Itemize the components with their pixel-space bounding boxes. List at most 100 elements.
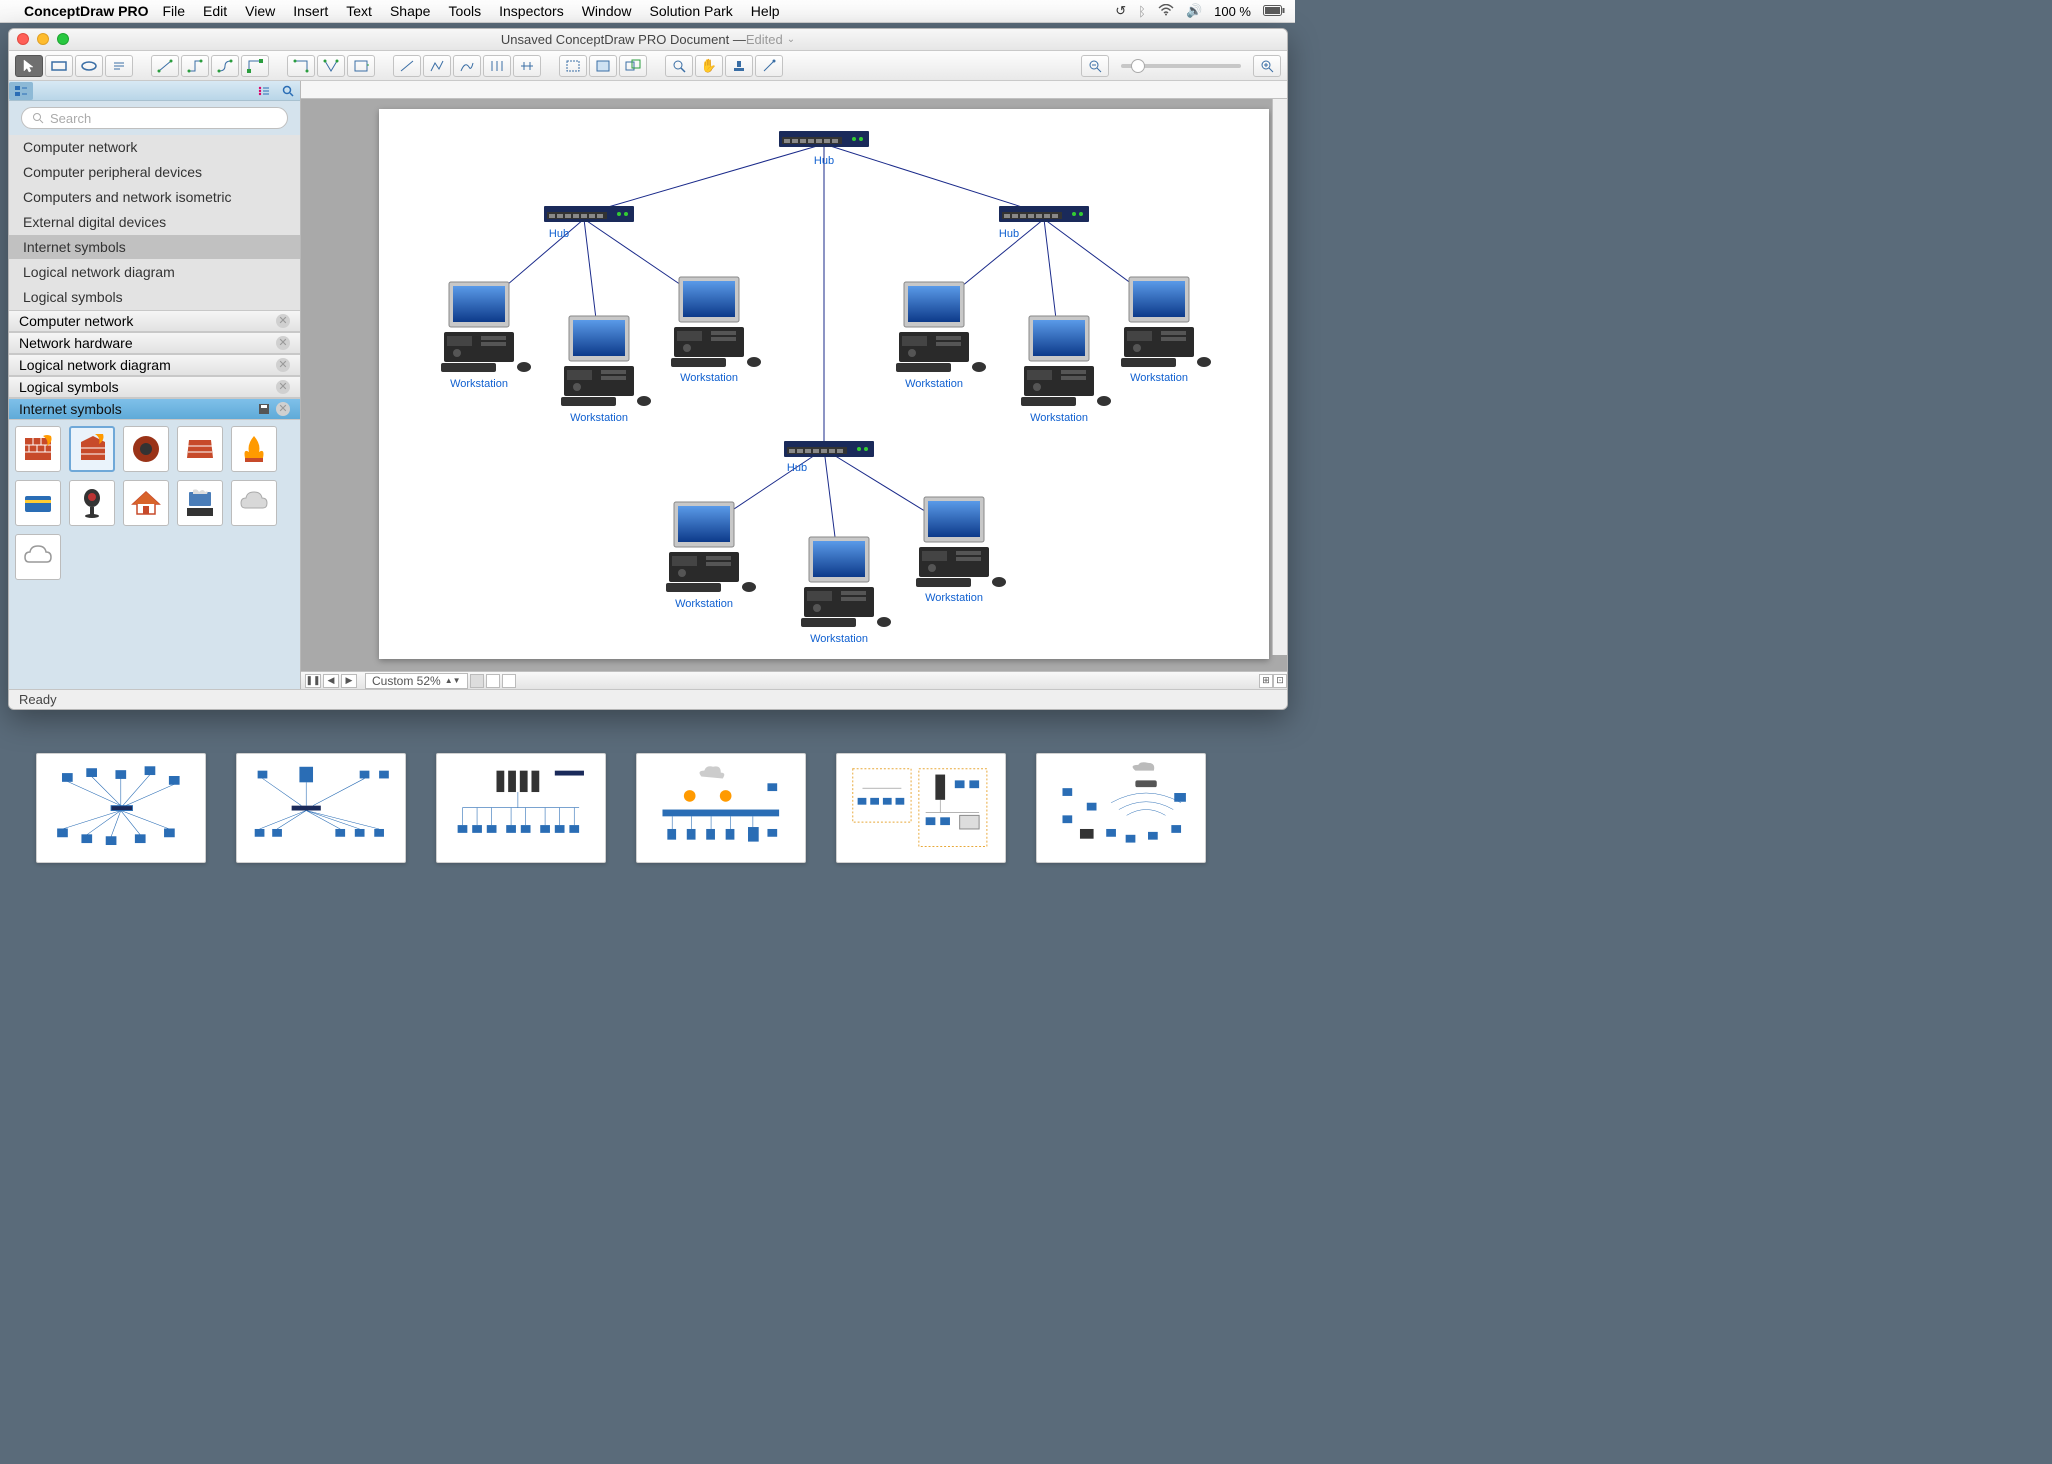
menu-tools[interactable]: Tools bbox=[448, 3, 481, 19]
page-tab-1[interactable] bbox=[470, 674, 484, 688]
tab-list[interactable] bbox=[252, 82, 276, 100]
page-tab-3[interactable] bbox=[502, 674, 516, 688]
zoom-level-select[interactable]: Custom 52%▲▼ bbox=[365, 673, 468, 689]
zoom-out-button[interactable] bbox=[1081, 55, 1109, 77]
drawing-page[interactable]: Hub Hub Hub Hub Workstation Workstation … bbox=[379, 109, 1269, 659]
open-lib-header[interactable]: Logical network diagram✕ bbox=[9, 354, 300, 376]
title-dropdown-icon[interactable]: ⌄ bbox=[787, 34, 795, 45]
select-tool-1[interactable] bbox=[559, 55, 587, 77]
connector-tool-7[interactable] bbox=[347, 55, 375, 77]
select-tool-2[interactable] bbox=[589, 55, 617, 77]
thumbnail[interactable] bbox=[836, 753, 1006, 863]
titlebar[interactable]: Unsaved ConceptDraw PRO Document — Edite… bbox=[9, 29, 1287, 51]
lib-category[interactable]: External digital devices bbox=[9, 210, 300, 235]
horizontal-ruler[interactable] bbox=[301, 81, 1287, 99]
lib-category[interactable]: Computer network bbox=[9, 135, 300, 160]
close-icon[interactable]: ✕ bbox=[276, 314, 290, 328]
maximize-button[interactable] bbox=[57, 33, 69, 45]
thumbnail[interactable] bbox=[436, 753, 606, 863]
tab-search[interactable] bbox=[276, 82, 300, 100]
thumbnail[interactable] bbox=[1036, 753, 1206, 863]
shape-firewall-1[interactable] bbox=[15, 426, 61, 472]
thumbnail[interactable] bbox=[636, 753, 806, 863]
open-lib-header[interactable]: Computer network✕ bbox=[9, 310, 300, 332]
connector-tool-5[interactable] bbox=[287, 55, 315, 77]
thumbnail[interactable] bbox=[36, 753, 206, 863]
battery-icon[interactable] bbox=[1263, 4, 1285, 19]
tab-blank[interactable] bbox=[33, 82, 57, 100]
menu-file[interactable]: File bbox=[162, 3, 185, 19]
close-icon[interactable]: ✕ bbox=[276, 358, 290, 372]
menu-text[interactable]: Text bbox=[346, 3, 372, 19]
shape-firewall-round[interactable] bbox=[123, 426, 169, 472]
close-icon[interactable]: ✕ bbox=[276, 402, 290, 416]
menu-shape[interactable]: Shape bbox=[390, 3, 430, 19]
pause-icon[interactable]: ❚❚ bbox=[305, 674, 321, 688]
app-name[interactable]: ConceptDraw PRO bbox=[24, 3, 148, 19]
menu-help[interactable]: Help bbox=[751, 3, 780, 19]
menu-insert[interactable]: Insert bbox=[293, 3, 328, 19]
shape-cloud[interactable] bbox=[231, 480, 277, 526]
close-button[interactable] bbox=[17, 33, 29, 45]
menu-view[interactable]: View bbox=[245, 3, 275, 19]
line-tool-3[interactable] bbox=[453, 55, 481, 77]
rect-tool[interactable] bbox=[45, 55, 73, 77]
stamp-tool[interactable] bbox=[725, 55, 753, 77]
thumbnail[interactable] bbox=[236, 753, 406, 863]
lib-category[interactable]: Internet symbols bbox=[9, 235, 300, 260]
lib-category[interactable]: Computers and network isometric bbox=[9, 185, 300, 210]
connector-tool-2[interactable] bbox=[181, 55, 209, 77]
menu-inspectors[interactable]: Inspectors bbox=[499, 3, 564, 19]
footer-btn-2[interactable]: ⊡ bbox=[1273, 674, 1287, 688]
wifi-icon[interactable] bbox=[1158, 4, 1174, 19]
shape-firewall-2[interactable] bbox=[69, 426, 115, 472]
line-tool-4[interactable] bbox=[483, 55, 511, 77]
close-icon[interactable]: ✕ bbox=[276, 336, 290, 350]
ellipse-tool[interactable] bbox=[75, 55, 103, 77]
footer-btn-1[interactable]: ⊞ bbox=[1259, 674, 1273, 688]
shape-firewall-3[interactable] bbox=[177, 426, 223, 472]
search-input[interactable]: Search bbox=[21, 107, 288, 129]
shape-card[interactable] bbox=[15, 480, 61, 526]
prev-page-button[interactable]: ◀ bbox=[323, 674, 339, 688]
volume-icon[interactable]: 🔊 bbox=[1186, 3, 1202, 19]
open-lib-header[interactable]: Network hardware✕ bbox=[9, 332, 300, 354]
zoom-in-button[interactable] bbox=[1253, 55, 1281, 77]
canvas-viewport[interactable]: Hub Hub Hub Hub Workstation Workstation … bbox=[301, 99, 1287, 671]
line-tool-2[interactable] bbox=[423, 55, 451, 77]
save-icon[interactable]: ✕ bbox=[258, 402, 290, 416]
tab-libraries[interactable] bbox=[9, 82, 33, 100]
pointer-tool[interactable] bbox=[15, 55, 43, 77]
menu-window[interactable]: Window bbox=[582, 3, 632, 19]
line-tool-1[interactable] bbox=[393, 55, 421, 77]
text-tool[interactable] bbox=[105, 55, 133, 77]
connector-tool-6[interactable] bbox=[317, 55, 345, 77]
select-tool-3[interactable] bbox=[619, 55, 647, 77]
menu-solution-park[interactable]: Solution Park bbox=[650, 3, 733, 19]
menu-edit[interactable]: Edit bbox=[203, 3, 227, 19]
lib-category[interactable]: Logical network diagram bbox=[9, 260, 300, 285]
connector-tool-3[interactable] bbox=[211, 55, 239, 77]
connector-tool-4[interactable] bbox=[241, 55, 269, 77]
page-tab-2[interactable] bbox=[486, 674, 500, 688]
shape-webcam[interactable] bbox=[69, 480, 115, 526]
line-tool-5[interactable] bbox=[513, 55, 541, 77]
next-page-button[interactable]: ▶ bbox=[341, 674, 357, 688]
zoom-slider[interactable] bbox=[1121, 64, 1241, 68]
shape-firewall-flame[interactable] bbox=[231, 426, 277, 472]
zoom-tool[interactable] bbox=[665, 55, 693, 77]
hand-tool[interactable]: ✋ bbox=[695, 55, 723, 77]
history-icon[interactable]: ↺ bbox=[1115, 3, 1126, 19]
bluetooth-icon[interactable]: ᛒ bbox=[1138, 4, 1146, 19]
connector-tool-1[interactable] bbox=[151, 55, 179, 77]
shape-server[interactable] bbox=[177, 480, 223, 526]
open-lib-header[interactable]: Internet symbols✕ bbox=[9, 398, 300, 420]
shape-cloud-outline[interactable] bbox=[15, 534, 61, 580]
close-icon[interactable]: ✕ bbox=[276, 380, 290, 394]
lib-category[interactable]: Computer peripheral devices bbox=[9, 160, 300, 185]
vertical-scrollbar[interactable] bbox=[1272, 99, 1287, 655]
eyedropper-tool[interactable] bbox=[755, 55, 783, 77]
minimize-button[interactable] bbox=[37, 33, 49, 45]
lib-category[interactable]: Logical symbols bbox=[9, 285, 300, 310]
shape-home[interactable] bbox=[123, 480, 169, 526]
